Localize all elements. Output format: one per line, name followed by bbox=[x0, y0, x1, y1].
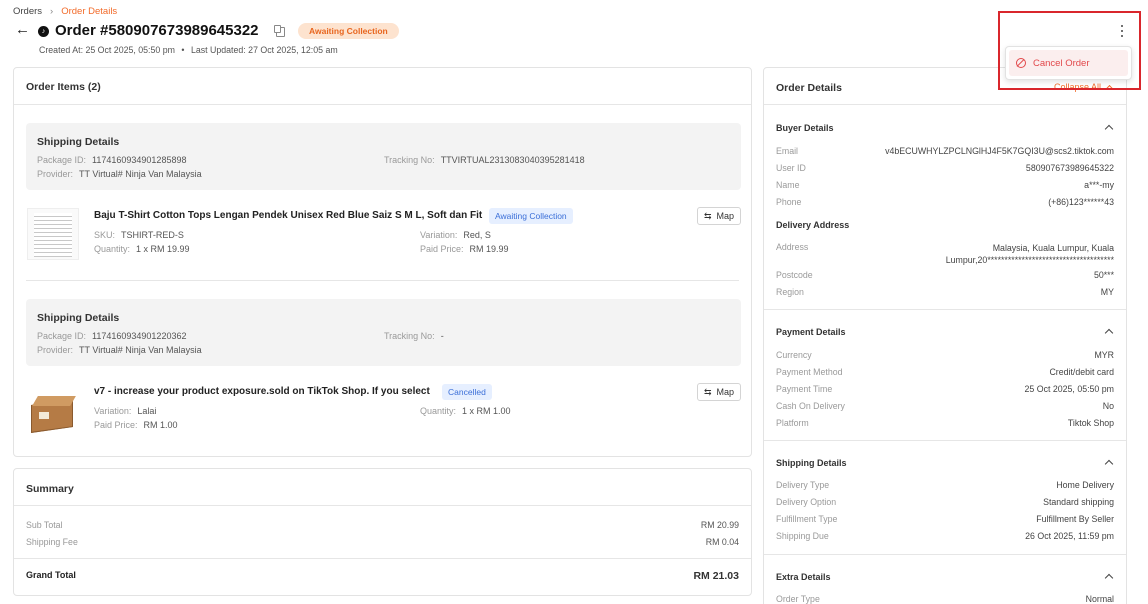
cancel-order-label: Cancel Order bbox=[1033, 57, 1090, 69]
order-status-badge: Awaiting Collection bbox=[298, 23, 399, 39]
summary-title: Summary bbox=[26, 483, 74, 495]
tracking-label: Tracking No: bbox=[384, 331, 435, 341]
subtotal-label: Sub Total bbox=[26, 520, 63, 530]
chevron-up-icon[interactable] bbox=[1104, 459, 1114, 469]
quantity-label: Quantity: bbox=[420, 406, 457, 416]
order-details-panel: Order Details Collapse All Buyer Details… bbox=[763, 67, 1127, 604]
tracking-no: TTVIRTUAL2313083040395281418 bbox=[440, 155, 585, 165]
buyer-userid-row: User ID 580907673989645322 bbox=[776, 163, 1114, 173]
actions-dropdown: Cancel Order bbox=[1005, 46, 1132, 80]
address-row: Address Malaysia, Kuala Lumpur, Kuala Lum… bbox=[776, 242, 1114, 265]
page-title: Order #580907673989645322 bbox=[55, 22, 259, 39]
map-button[interactable]: ⇆ Map bbox=[697, 383, 741, 401]
product-name[interactable]: Baju T-Shirt Cotton Tops Lengan Pendek U… bbox=[94, 210, 482, 221]
provider: TT Virtual# Ninja Van Malaysia bbox=[79, 169, 202, 179]
order-timestamps: Created At: 25 Oct 2025, 05:50 pm • Last… bbox=[39, 45, 338, 55]
product-status-badge: Awaiting Collection bbox=[489, 208, 573, 224]
postcode-row: Postcode 50*** bbox=[776, 270, 1114, 280]
buyer-phone-row: Phone (+86)123******43 bbox=[776, 197, 1114, 207]
more-menu-icon[interactable] bbox=[1119, 24, 1125, 38]
tiktok-logo-icon: ♪ bbox=[38, 26, 49, 37]
package-id: 1174160934901285898 bbox=[92, 155, 187, 165]
map-icon: ⇆ bbox=[703, 210, 712, 221]
grand-total-value: RM 21.03 bbox=[693, 570, 739, 582]
tracking-no: - bbox=[440, 331, 444, 341]
shipping-row: Shipping Due 26 Oct 2025, 11:59 pm bbox=[776, 531, 1114, 541]
delivery-address-title: Delivery Address bbox=[776, 220, 850, 230]
breadcrumb-orders-link[interactable]: Orders bbox=[13, 6, 42, 17]
shipping-fee-value: RM 0.04 bbox=[705, 537, 739, 547]
payment-row: Currency MYR bbox=[776, 350, 1114, 360]
breadcrumb-current: Order Details bbox=[61, 6, 118, 17]
payment-details-title: Payment Details bbox=[776, 327, 846, 337]
shipping-row: Delivery Option Standard shipping bbox=[776, 497, 1114, 507]
shipping-details-title: Shipping Details bbox=[37, 312, 120, 324]
last-updated: Last Updated: 27 Oct 2025, 12:05 am bbox=[190, 45, 338, 55]
shipping-details-title: Shipping Details bbox=[37, 136, 120, 148]
variation: Red, S bbox=[463, 230, 491, 240]
chevron-up-icon[interactable] bbox=[1104, 573, 1114, 583]
paid-price: RM 1.00 bbox=[143, 420, 178, 430]
chevron-up-icon[interactable] bbox=[1104, 124, 1114, 134]
shipping-details-box: Shipping Details Package ID: 117416093490… bbox=[26, 299, 741, 366]
order-items-panel: Order Items (2) Shipping Details Package… bbox=[13, 67, 752, 457]
package-id: 1174160934901220362 bbox=[92, 331, 187, 341]
paid-price: RM 19.99 bbox=[469, 244, 509, 254]
payment-row: Cash On Delivery No bbox=[776, 401, 1114, 411]
extra-row: Order Type Normal bbox=[776, 594, 1114, 604]
extra-details-title: Extra Details bbox=[776, 572, 831, 582]
product-status-badge: Cancelled bbox=[442, 384, 492, 400]
product-thumbnail bbox=[27, 388, 79, 436]
created-at: Created At: 25 Oct 2025, 05:50 pm bbox=[39, 45, 175, 55]
product-thumbnail bbox=[27, 208, 79, 260]
map-button-label: Map bbox=[716, 387, 735, 397]
product-name[interactable]: v7 - increase your product exposure.sold… bbox=[94, 386, 430, 397]
ban-icon bbox=[1016, 58, 1026, 68]
package-id-label: Package ID: bbox=[37, 331, 87, 341]
sku: TSHIRT-RED-S bbox=[121, 230, 184, 240]
summary-panel: Summary Sub Total RM 20.99 Shipping Fee … bbox=[13, 468, 752, 596]
buyer-name-row: Name a***-my bbox=[776, 180, 1114, 190]
back-arrow-icon[interactable]: ← bbox=[15, 21, 30, 38]
shipping-row: Delivery Type Home Delivery bbox=[776, 480, 1114, 490]
quantity: 1 x RM 1.00 bbox=[462, 406, 511, 416]
map-button[interactable]: ⇆ Map bbox=[697, 207, 741, 225]
paid-price-label: Paid Price: bbox=[94, 420, 138, 430]
payment-row: Platform Tiktok Shop bbox=[776, 418, 1114, 428]
buyer-details-title: Buyer Details bbox=[776, 123, 834, 133]
quantity: 1 x RM 19.99 bbox=[136, 244, 190, 254]
shipping-fee-label: Shipping Fee bbox=[26, 537, 78, 547]
payment-row: Payment Method Credit/debit card bbox=[776, 367, 1114, 377]
sku-label: SKU: bbox=[94, 230, 116, 240]
chevron-up-icon[interactable] bbox=[1104, 328, 1114, 338]
region-row: Region MY bbox=[776, 287, 1114, 297]
provider-label: Provider: bbox=[37, 169, 74, 179]
cancel-order-menu-item[interactable]: Cancel Order bbox=[1009, 50, 1128, 76]
breadcrumb: Orders › Order Details bbox=[13, 6, 117, 17]
address-line2: Lumpur,20*******************************… bbox=[945, 255, 1114, 265]
map-icon: ⇆ bbox=[703, 386, 712, 397]
order-items-title: Order Items (2) bbox=[26, 81, 101, 93]
order-details-title: Order Details bbox=[776, 82, 842, 94]
shipping-details-box: Shipping Details Package ID: 117416093490… bbox=[26, 123, 741, 190]
copy-icon[interactable] bbox=[274, 25, 285, 37]
variation-label: Variation: bbox=[94, 406, 132, 416]
paid-price-label: Paid Price: bbox=[420, 244, 464, 254]
buyer-email-row: Email v4bECUWHYLZPCLNGlHJ4F5K7GQI3U@scs2.… bbox=[776, 146, 1114, 156]
shipping-row: Fulfillment Type Fulfillment By Seller bbox=[776, 514, 1114, 524]
map-button-label: Map bbox=[716, 211, 735, 221]
variation: Lalai bbox=[137, 406, 157, 416]
payment-row: Payment Time 25 Oct 2025, 05:50 pm bbox=[776, 384, 1114, 394]
provider: TT Virtual# Ninja Van Malaysia bbox=[79, 345, 202, 355]
subtotal-value: RM 20.99 bbox=[700, 520, 739, 530]
grand-total-label: Grand Total bbox=[26, 570, 76, 580]
address-line1: Malaysia, Kuala Lumpur, Kuala bbox=[992, 243, 1114, 253]
provider-label: Provider: bbox=[37, 345, 74, 355]
variation-label: Variation: bbox=[420, 230, 458, 240]
breadcrumb-separator-icon: › bbox=[50, 6, 54, 17]
quantity-label: Quantity: bbox=[94, 244, 131, 254]
tracking-label: Tracking No: bbox=[384, 155, 435, 165]
package-id-label: Package ID: bbox=[37, 155, 87, 165]
shipping-details-title: Shipping Details bbox=[776, 458, 847, 468]
